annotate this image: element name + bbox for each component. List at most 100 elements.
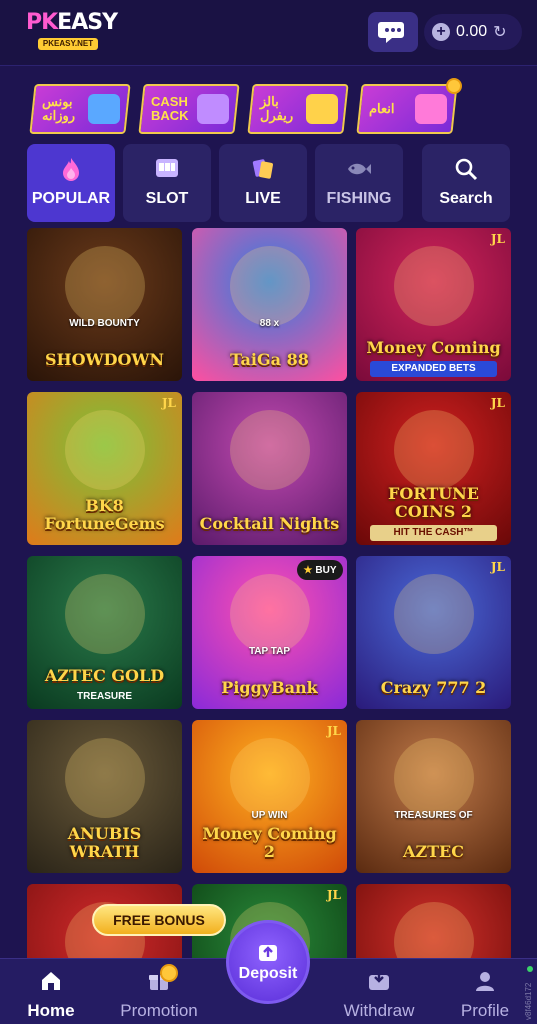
promotion-coin-badge <box>160 964 178 982</box>
game-artwork <box>65 410 145 490</box>
tab-live[interactable]: LIVE <box>219 144 307 222</box>
game-tile[interactable]: TAP TAP PiggyBank ★ BUY <box>192 556 347 709</box>
game-artwork <box>230 738 310 818</box>
game-artwork <box>230 246 310 326</box>
game-tile[interactable]: Cocktail Nights <box>192 392 347 545</box>
promo-banner-3[interactable]: بالز ریفرل <box>247 84 349 134</box>
provider-badge: JL <box>490 396 505 410</box>
search-icon <box>453 156 479 182</box>
game-artwork <box>65 246 145 326</box>
provider-badge: JL <box>326 724 341 738</box>
cards-icon <box>250 156 276 182</box>
game-title: AZTEC GOLD <box>44 666 165 685</box>
promo-banner-4[interactable]: انعام <box>356 84 458 134</box>
free-bonus-button[interactable]: FREE BONUS <box>92 904 226 936</box>
plus-circle-icon[interactable]: + <box>432 23 450 41</box>
refresh-icon[interactable]: ↻ <box>493 22 506 42</box>
game-title: AZTEC <box>403 842 464 861</box>
game-tile[interactable]: WILD BOUNTY SHOWDOWN <box>27 228 182 381</box>
game-artwork <box>230 574 310 654</box>
game-title: TaiGa 88 <box>230 350 309 369</box>
game-artwork <box>394 738 474 818</box>
game-tile[interactable]: UP WIN Money Coming 2 JL <box>192 720 347 873</box>
top-header: PKEASY PKEASY.NET + 0.00 ↻ <box>0 0 537 66</box>
game-artwork <box>394 574 474 654</box>
game-pretitle: 88 x <box>259 318 280 329</box>
game-tile[interactable]: ANUBIS WRATH <box>27 720 182 873</box>
game-pretitle: TAP TAP <box>248 646 291 657</box>
buy-label: BUY <box>315 564 337 576</box>
promo-banner-label: انعام <box>369 101 395 116</box>
game-tile[interactable]: BK8 FortuneGems JL <box>27 392 182 545</box>
game-tile[interactable]: Crazy 777 2 JL <box>356 556 511 709</box>
promo-banner-label: CASH BACK <box>151 94 189 123</box>
tab-label: FISHING <box>326 190 392 207</box>
game-tile[interactable]: 88 x TaiGa 88 <box>192 228 347 381</box>
tab-label: SLOT <box>145 190 189 207</box>
game-artwork <box>65 574 145 654</box>
game-artwork <box>394 410 474 490</box>
game-title: Crazy 777 2 <box>380 678 487 697</box>
home-icon <box>39 969 63 993</box>
chat-bubble-icon <box>378 22 404 43</box>
promo-banner-label: بونس روزانه <box>42 94 76 123</box>
withdraw-icon <box>367 969 391 993</box>
promo-graphic-icon <box>88 94 120 124</box>
nav-home-label: Home <box>27 1001 75 1020</box>
provider-badge: JL <box>326 888 341 902</box>
game-title: SHOWDOWN <box>45 350 164 369</box>
flame-icon <box>58 156 84 182</box>
tab-search[interactable]: Search <box>422 144 510 222</box>
promo-banner-1[interactable]: بونس روزانه <box>29 84 131 134</box>
game-title: ANUBIS WRATH <box>67 824 142 861</box>
nav-profile[interactable]: Profile <box>440 969 530 1024</box>
promo-banner-2[interactable]: CASH BACK <box>138 84 240 134</box>
game-pretitle: WILD BOUNTY <box>69 318 140 329</box>
deposit-icon <box>259 945 277 961</box>
balance-value: 0.00 <box>456 23 488 40</box>
tab-popular[interactable]: POPULAR <box>27 144 115 222</box>
tab-label: POPULAR <box>31 190 111 207</box>
game-tile[interactable]: 5 <box>356 884 511 958</box>
game-artwork <box>394 902 474 958</box>
tab-fishing[interactable]: FISHING <box>315 144 403 222</box>
promo-banner-row: بونس روزانه CASH BACK بالز ریفرل انعام <box>28 84 458 134</box>
promo-notification-coin <box>446 78 462 94</box>
game-subtitle: TREASURE <box>76 691 132 702</box>
tab-label: Search <box>439 190 493 207</box>
game-tile[interactable]: TREASURES OF AZTEC <box>356 720 511 873</box>
balance-display: + 0.00 ↻ <box>424 14 522 50</box>
slot-machine-icon <box>154 156 180 182</box>
nav-withdraw-label: Withdraw <box>343 1001 415 1020</box>
logo-text: PKEASY <box>26 10 118 35</box>
promo-graphic-icon <box>306 94 338 124</box>
game-tile[interactable]: FORTUNE COINS 2 HIT THE CASH™ JL <box>356 392 511 545</box>
deposit-button[interactable]: Deposit <box>226 920 310 1004</box>
nav-promotion[interactable]: Promotion <box>114 969 204 1024</box>
star-icon: ★ <box>303 564 313 576</box>
provider-badge: JL <box>490 560 505 574</box>
provider-badge: JL <box>490 232 505 246</box>
game-tile[interactable]: Money Coming EXPANDED BETS JL <box>356 228 511 381</box>
deposit-label: Deposit <box>238 965 298 982</box>
tab-slot[interactable]: SLOT <box>123 144 211 222</box>
game-pretitle: UP WIN <box>251 810 288 821</box>
category-tabs: POPULAR SLOT LIVE FISHING Search <box>27 144 511 222</box>
game-subtitle: EXPANDED BETS <box>370 361 497 377</box>
game-tile[interactable]: AZTEC GOLD TREASURE <box>27 556 182 709</box>
logo-subtext: PKEASY.NET <box>38 38 98 50</box>
nav-home[interactable]: Home <box>6 969 96 1024</box>
fish-icon <box>346 156 372 182</box>
promo-graphic-icon <box>197 94 229 124</box>
promo-graphic-icon <box>415 94 447 124</box>
game-title: Money Coming <box>366 338 501 357</box>
game-title: Money Coming 2 <box>202 824 337 861</box>
pkeasy-logo[interactable]: PKEASY PKEASY.NET <box>26 10 118 54</box>
game-title: BK8 FortuneGems <box>44 496 165 533</box>
game-grid: WILD BOUNTY SHOWDOWN 88 x TaiGa 88 Money Com… <box>27 228 511 958</box>
tab-label: LIVE <box>245 190 281 207</box>
promo-banner-label: بالز ریفرل <box>260 94 294 123</box>
nav-withdraw[interactable]: Withdraw <box>334 969 424 1024</box>
game-pretitle: TREASURES OF <box>394 810 473 821</box>
chat-button[interactable] <box>368 12 418 52</box>
